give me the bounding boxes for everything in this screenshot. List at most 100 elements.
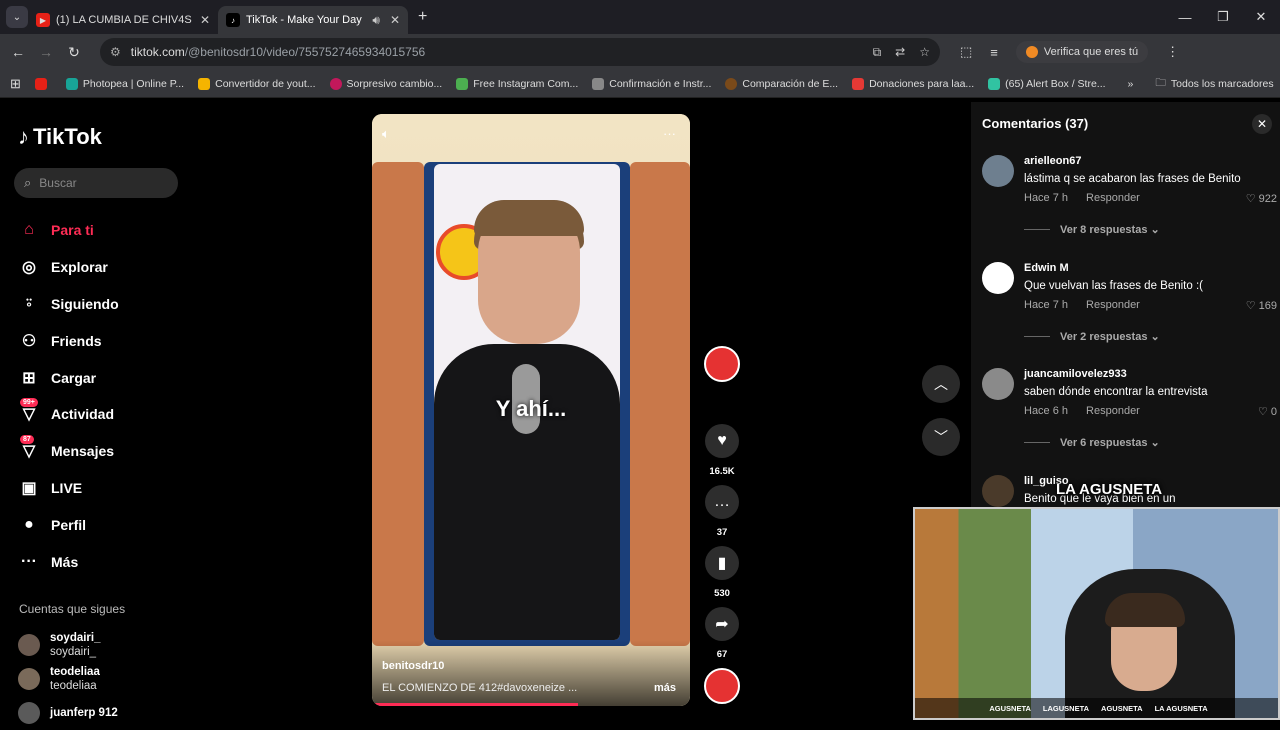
save-button[interactable]: ▮ 530 — [702, 546, 742, 599]
address-bar-row: ← → ↻ ⚙︎ tiktok.com/@benitosdr10/video/7… — [0, 34, 1280, 70]
bookmark-item[interactable]: Comparación de E... — [725, 77, 838, 90]
sidebar-item-friends[interactable]: ⚇ Friends — [18, 322, 188, 359]
bookmark-star-icon[interactable]: ☆ — [919, 45, 930, 60]
more-button[interactable]: más — [654, 682, 676, 694]
sidebar-item-para-ti[interactable]: ⌂ Para ti — [18, 212, 188, 249]
tab-tiktok[interactable]: ♪ TikTok - Make Your Day 🔊︎ ✕ — [218, 6, 408, 34]
youtube-icon — [34, 77, 47, 90]
new-tab-button[interactable]: + — [418, 8, 427, 26]
bookmark-item[interactable]: Sorpresivo cambio... — [329, 77, 442, 90]
video-progress-bar[interactable] — [372, 703, 578, 706]
forward-icon[interactable]: → — [32, 44, 60, 60]
sidebar-item-cargar[interactable]: ⊞ Cargar — [18, 359, 188, 396]
restore-icon[interactable]: ❐ — [1204, 9, 1242, 25]
browser-menu-icon[interactable]: ⋮ — [1166, 44, 1179, 60]
reply-button[interactable]: Responder — [1086, 405, 1140, 417]
comment-user[interactable]: arielleon67 — [1024, 155, 1081, 167]
minimize-icon[interactable]: — — [1166, 10, 1204, 25]
bookmark-item[interactable]: Donaciones para laa... — [852, 77, 974, 90]
site-info-icon[interactable]: ⚙︎ — [110, 45, 121, 59]
volume-icon[interactable]: 🔈︎ — [382, 126, 390, 142]
reload-icon[interactable]: ↻ — [60, 44, 88, 61]
comment-user[interactable]: Edwin M — [1024, 262, 1069, 274]
reply-button[interactable]: Responder — [1086, 299, 1140, 311]
video-username[interactable]: benitosdr10 — [382, 660, 444, 672]
apps-grid-icon[interactable]: ⊞ — [10, 76, 21, 92]
bookmark-item[interactable] — [34, 77, 52, 90]
verify-button[interactable]: Verifica que eres tú — [1015, 41, 1149, 63]
avatar[interactable] — [982, 155, 1014, 187]
tab-search-dropdown[interactable]: ⌄ — [6, 6, 28, 28]
all-bookmarks-folder[interactable]: 🗀 Todos los marcadores — [1155, 75, 1273, 93]
comment-text: Que vuelvan las frases de Benito :( — [1024, 280, 1203, 292]
close-tab-icon[interactable]: ✕ — [200, 13, 210, 27]
bookmark-icon: ▮ — [705, 546, 739, 580]
video-actions: ♥ 16.5K … 37 ▮ 530 ➦ 67 — [702, 346, 742, 704]
sidebar-item-live[interactable]: ▣ LIVE — [18, 470, 188, 507]
video-menu-icon[interactable]: ··· — [663, 126, 676, 142]
comment-button[interactable]: … 37 — [702, 485, 742, 538]
previous-video-button[interactable]: ︿ — [922, 365, 960, 403]
view-replies-button[interactable]: Ver 8 respuestas ⌄ — [1024, 223, 1160, 237]
heart-icon: ♡ — [1245, 193, 1256, 205]
following-account[interactable]: teodeliaa teodeliaa — [18, 662, 118, 696]
chevron-up-icon: ︿ — [934, 376, 948, 392]
more-icon: ··· — [21, 552, 37, 570]
profile-icon: ● — [24, 515, 34, 533]
cast-icon[interactable]: ⧉ — [873, 45, 882, 60]
view-replies-button[interactable]: Ver 6 respuestas ⌄ — [1024, 436, 1160, 450]
media-control-icon[interactable]: ≡ — [990, 45, 998, 60]
streamer-brand-logo: LA AGUSNETA — [1056, 481, 1163, 498]
speaker-icon[interactable]: 🔊︎ — [372, 13, 380, 28]
following-account[interactable]: juanferp 912 — [18, 696, 118, 730]
bookmark-item[interactable]: (65) Alert Box / Stre... — [988, 77, 1106, 90]
heart-icon: ♡ — [1257, 406, 1268, 418]
folder-icon: 🗀 — [1155, 76, 1166, 89]
sidebar-item-mensajes[interactable]: ▽ 87 Mensajes — [18, 433, 188, 470]
sidebar-item-perfil[interactable]: ● Perfil — [18, 506, 188, 543]
live-icon: ▣ — [21, 479, 37, 497]
more-bookmarks-icon[interactable]: » — [1128, 78, 1134, 90]
comment-like-button[interactable]: ♡ 922 — [1246, 192, 1277, 205]
extensions-icon[interactable]: ⬚ — [960, 44, 972, 60]
bookmark-item[interactable]: Convertidor de yout... — [198, 77, 316, 90]
comment-time: Hace 7 h — [1024, 299, 1069, 311]
sidebar-item-actividad[interactable]: ▽ 99+ Actividad — [18, 396, 188, 433]
comment-like-button[interactable]: ♡ 169 — [1246, 299, 1277, 312]
browser-tab-bar: ⌄ ▶ (1) LA CUMBIA DE CHIV4S - Mi ✕ ♪ Tik… — [0, 0, 1280, 34]
sidebar-item-siguiendo[interactable]: ⍤ Siguiendo — [18, 286, 188, 323]
bookmark-item[interactable]: Confirmación e Instr... — [592, 77, 711, 90]
view-replies-button[interactable]: Ver 2 respuestas ⌄ — [1024, 330, 1160, 344]
comment-time: Hace 7 h — [1024, 192, 1069, 204]
chevron-down-icon: ﹀ — [934, 429, 948, 445]
tiktok-logo[interactable]: ♪ TikTok — [18, 124, 102, 150]
avatar[interactable] — [982, 475, 1014, 507]
bookmark-item[interactable]: Photopea | Online P... — [65, 77, 184, 90]
reply-button[interactable]: Responder — [1086, 192, 1140, 204]
sidebar-item-explorar[interactable]: ◎ Explorar — [18, 249, 188, 286]
video-player[interactable]: 🔈︎ ··· Y ahí... benitosdr10 EL COMIENZO … — [372, 114, 690, 706]
share-button[interactable]: ➦ 67 — [702, 607, 742, 660]
comment-like-button[interactable]: ♡ 0 — [1258, 405, 1277, 418]
avatar[interactable] — [982, 262, 1014, 294]
tab-youtube[interactable]: ▶ (1) LA CUMBIA DE CHIV4S - Mi ✕ — [28, 6, 218, 34]
comment-user[interactable]: juancamilovelez933 — [1024, 368, 1127, 380]
close-comments-button[interactable]: ✕ — [1252, 114, 1272, 134]
close-window-icon[interactable]: ✕ — [1242, 9, 1280, 25]
creator-avatar[interactable] — [704, 346, 740, 382]
music-disc-avatar[interactable] — [704, 668, 740, 704]
window-controls: — ❐ ✕ — [1166, 0, 1280, 34]
like-button[interactable]: ♥ 16.5K — [702, 424, 742, 477]
like-count: 16.5K — [709, 466, 735, 477]
chevron-down-icon: ⌄ — [1150, 331, 1160, 343]
next-video-button[interactable]: ﹀ — [922, 418, 960, 456]
bookmark-item[interactable]: Free Instagram Com... — [456, 77, 578, 90]
avatar[interactable] — [982, 368, 1014, 400]
url-field[interactable]: ⚙︎ tiktok.com/@benitosdr10/video/7557527… — [100, 38, 940, 66]
sidebar-item-mas[interactable]: ··· Más — [18, 543, 188, 580]
following-account[interactable]: soydairi_ soydairi_ — [18, 628, 118, 662]
close-tab-icon[interactable]: ✕ — [390, 13, 400, 27]
back-icon[interactable]: ← — [4, 44, 32, 60]
search-input[interactable]: ⌕ Buscar — [14, 168, 178, 198]
translate-icon[interactable]: ⇄ — [895, 45, 905, 60]
